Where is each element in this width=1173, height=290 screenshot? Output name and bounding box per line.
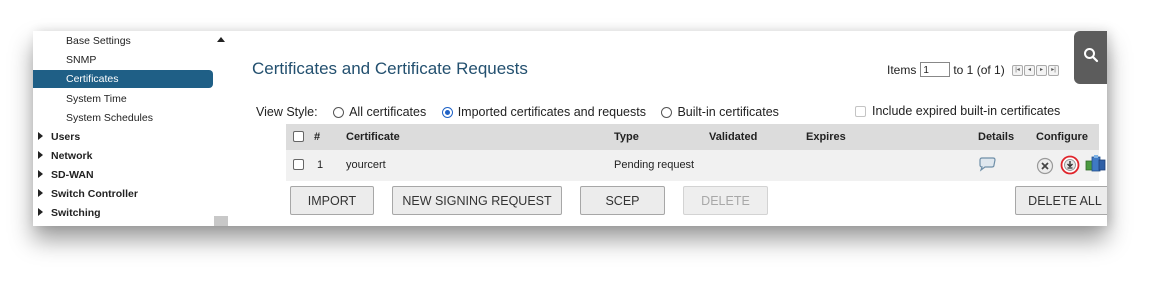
radio-label: All certificates (349, 104, 427, 119)
first-page-button[interactable]: |◂ (1012, 65, 1024, 77)
app-window: Base Settings SNMP Certificates System T… (33, 31, 1107, 226)
sidebar-item-label: System Schedules (66, 112, 153, 124)
radio-all-certificates[interactable]: All certificates (331, 105, 426, 119)
col-header-num[interactable]: # (314, 124, 320, 150)
radio-label: Built-in certificates (677, 104, 779, 119)
sidebar-group-label: SD-WAN (51, 169, 94, 181)
select-all-cell (293, 124, 310, 150)
sidebar-group-label: Switching (51, 207, 101, 219)
sidebar-group-sd-wan[interactable]: SD-WAN (33, 166, 94, 184)
radio-button[interactable] (333, 106, 345, 118)
sidebar-item-label: Certificates (66, 73, 119, 85)
col-header-configure: Configure (1036, 131, 1088, 143)
radio-imported-certificates[interactable]: Imported certificates and requests (440, 105, 646, 119)
scep-button[interactable]: SCEP (580, 186, 665, 215)
row-select-cell (293, 150, 310, 181)
items-range: to 1 (of 1) (953, 62, 1005, 77)
expand-arrow-icon (38, 170, 43, 178)
select-all-checkbox[interactable] (293, 130, 304, 142)
page-title: Certificates and Certificate Requests (252, 59, 528, 78)
row-num: 1 (317, 159, 324, 171)
sidebar-scrollbar[interactable] (214, 31, 228, 226)
view-style-label: View Style: (256, 104, 318, 119)
import-button[interactable]: IMPORT (290, 186, 374, 215)
row-checkbox[interactable] (293, 158, 304, 170)
certificates-table: # Certificate Type Validated Expires Det… (286, 124, 1106, 181)
sidebar-item-system-time[interactable]: System Time (33, 90, 213, 108)
prev-page-icon: ◂ (1028, 67, 1032, 74)
col-header-certificate[interactable]: Certificate (346, 124, 400, 150)
last-page-icon: ▸| (1051, 67, 1056, 74)
sidebar-item-certificates[interactable]: Certificates (33, 70, 213, 88)
table-header: # Certificate Type Validated Expires Det… (286, 124, 1099, 150)
scroll-thumb[interactable] (214, 216, 228, 226)
sidebar-group-switching[interactable]: Switching (33, 204, 101, 222)
include-expired-option[interactable]: Include expired built-in certificates (855, 104, 1060, 118)
scroll-up-arrow-icon[interactable] (217, 37, 225, 42)
expand-arrow-icon (38, 132, 43, 140)
sidebar-item-label: SNMP (66, 54, 97, 66)
col-header-expires[interactable]: Expires (806, 124, 846, 150)
delete-button[interactable]: DELETE (683, 186, 768, 215)
x-circle-icon[interactable] (1036, 157, 1054, 175)
sidebar-group-users[interactable]: Users (33, 128, 80, 146)
radio-label: Imported certificates and requests (457, 104, 646, 119)
speech-bubble-icon[interactable] (978, 157, 996, 172)
col-header-details: Details (978, 131, 1015, 143)
pager-buttons: |◂ ◂ ▸ ▸| (1012, 62, 1060, 78)
prev-page-button[interactable]: ◂ (1024, 65, 1036, 77)
sidebar-item-label: System Time (66, 93, 127, 105)
pagination: Items 1 to 1 (of 1) |◂ ◂ ▸ ▸| (887, 61, 1060, 78)
include-expired-checkbox[interactable] (855, 106, 866, 118)
items-label: Items (887, 62, 917, 77)
radio-built-in-certificates[interactable]: Built-in certificates (659, 104, 779, 119)
search-button[interactable] (1074, 31, 1107, 84)
main-panel: Certificates and Certificate Requests It… (246, 31, 1107, 226)
sidebar-item-snmp[interactable]: SNMP (33, 51, 213, 69)
new-signing-request-button[interactable]: NEW SIGNING REQUEST (392, 186, 562, 215)
last-page-button[interactable]: ▸| (1048, 65, 1060, 77)
row-type: Pending request (614, 159, 695, 171)
download-icon[interactable] (1060, 155, 1080, 175)
sidebar-group-label: Network (51, 150, 93, 162)
row-certificate-name[interactable]: yourcert (346, 150, 386, 181)
table-row[interactable]: 1 yourcert Pending request (286, 150, 1106, 181)
include-expired-label: Include expired built-in certificates (872, 104, 1061, 118)
col-header-validated[interactable]: Validated (709, 124, 757, 150)
blocks-icon[interactable] (1085, 154, 1107, 174)
first-page-icon: |◂ (1015, 67, 1020, 74)
view-style-row: View Style: All certificates Imported ce… (256, 104, 789, 119)
expand-arrow-icon (38, 208, 43, 216)
search-icon (1084, 48, 1099, 63)
col-header-type[interactable]: Type (614, 124, 639, 150)
sidebar-item-label: Base Settings (66, 35, 131, 47)
next-page-icon: ▸ (1040, 67, 1044, 74)
sidebar: Base Settings SNMP Certificates System T… (33, 31, 246, 226)
delete-all-button[interactable]: DELETE ALL (1015, 186, 1107, 215)
sidebar-group-label: Switch Controller (51, 188, 138, 200)
expand-arrow-icon (38, 189, 43, 197)
sidebar-item-base-settings[interactable]: Base Settings (33, 32, 213, 50)
sidebar-group-switch-controller[interactable]: Switch Controller (33, 185, 138, 203)
radio-button[interactable] (661, 106, 673, 118)
next-page-button[interactable]: ▸ (1036, 65, 1048, 77)
radio-button-selected[interactable] (441, 106, 453, 118)
sidebar-item-system-schedules[interactable]: System Schedules (33, 109, 213, 127)
expand-arrow-icon (38, 151, 43, 159)
sidebar-group-label: Users (51, 131, 81, 143)
sidebar-group-network[interactable]: Network (33, 147, 92, 165)
items-page-input[interactable]: 1 (920, 62, 951, 78)
